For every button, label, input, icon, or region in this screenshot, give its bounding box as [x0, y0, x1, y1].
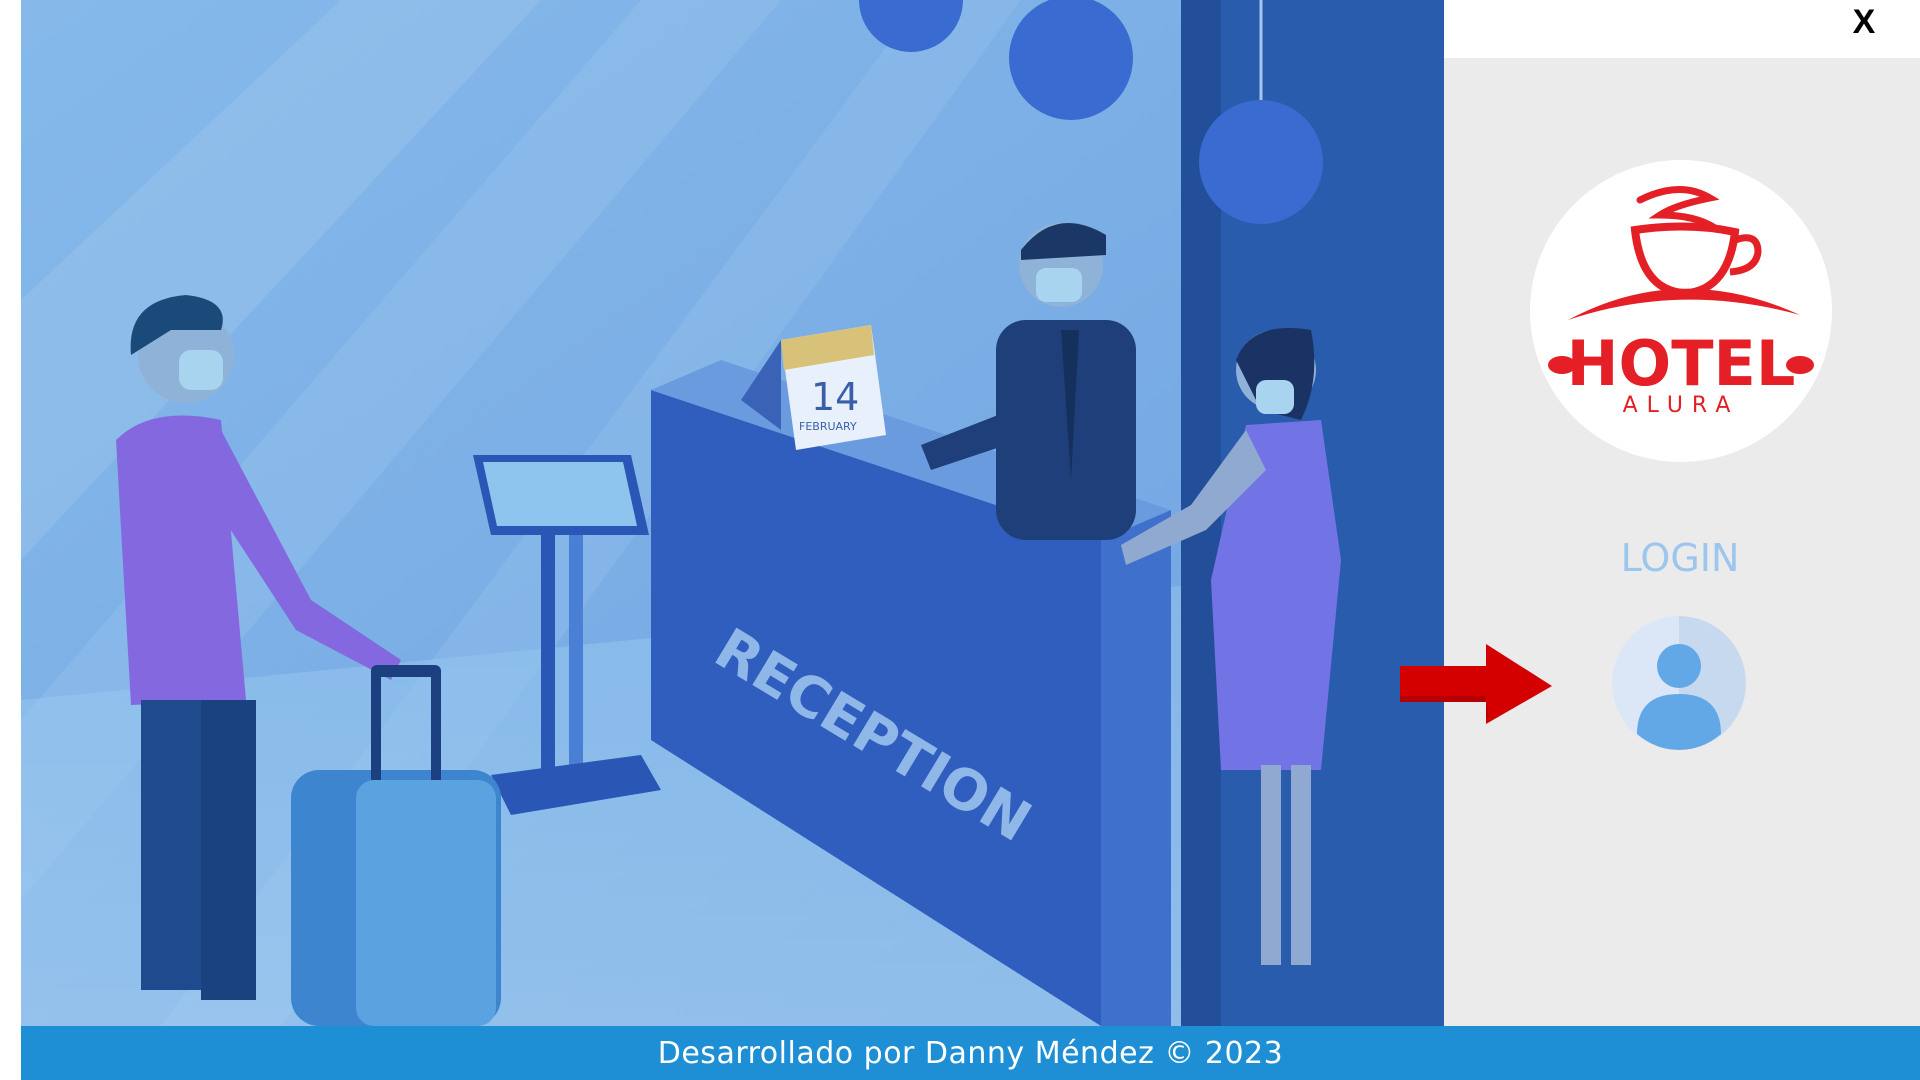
calendar-day: 14: [811, 375, 859, 419]
hotel-alura-logo: HOTEL ALURA: [1530, 160, 1832, 462]
logo-brand-main: HOTEL: [1567, 327, 1796, 400]
close-button[interactable]: X: [1834, 0, 1894, 44]
reception-illustration: RECEPTION 14 FEBRUARY: [21, 0, 1444, 1026]
close-icon: X: [1852, 2, 1876, 41]
footer-credit: Desarrollado por Danny Méndez © 2023: [657, 1035, 1284, 1071]
arrow-right-icon: [1400, 644, 1552, 724]
coffee-cup-icon: HOTEL ALURA: [1548, 186, 1814, 418]
footer-bar: Desarrollado por Danny Méndez © 2023: [21, 1026, 1920, 1080]
logo-brand-sub: ALURA: [1623, 393, 1740, 418]
reception-scene-image: RECEPTION 14 FEBRUARY: [21, 0, 1444, 1026]
user-avatar-icon: [1612, 616, 1746, 750]
login-window: RECEPTION 14 FEBRUARY X HOTEL ALURA LOGI…: [0, 0, 1920, 1080]
calendar-month: FEBRUARY: [799, 420, 857, 433]
login-avatar-button[interactable]: [1612, 616, 1746, 750]
window-left-edge: [0, 0, 21, 1080]
login-title: LOGIN: [1620, 536, 1740, 580]
